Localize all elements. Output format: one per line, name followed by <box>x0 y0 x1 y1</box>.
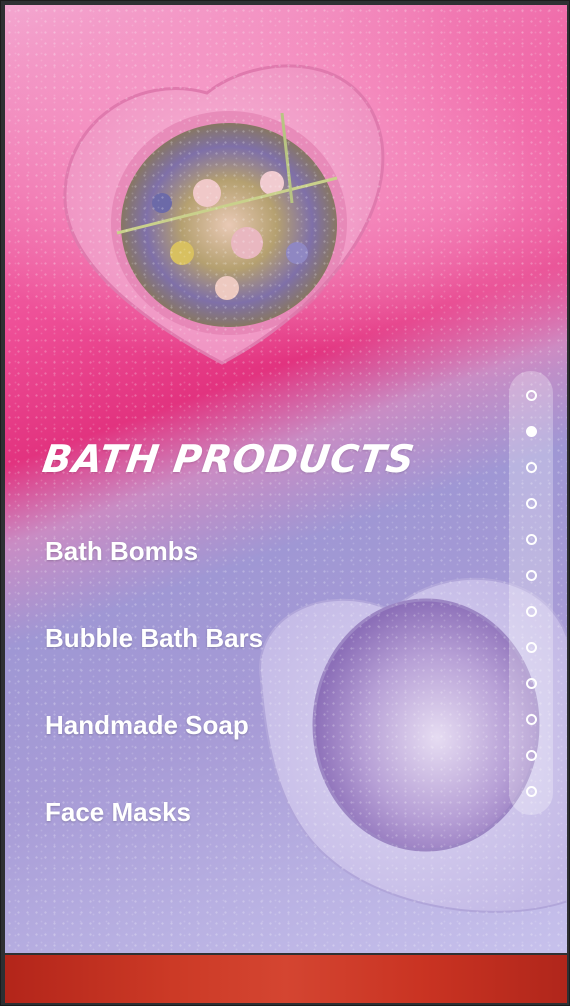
product-link-handmade-soap[interactable]: Handmade Soap <box>45 699 249 751</box>
product-link-bath-bombs[interactable]: Bath Bombs <box>45 525 198 577</box>
pager-dot[interactable] <box>526 750 537 761</box>
list-item: Bubble Bath Bars <box>45 612 263 699</box>
slide-pager <box>509 371 553 815</box>
pager-dot[interactable] <box>526 498 537 509</box>
app-frame: BATH PRODUCTS Bath Bombs Bubble Bath Bar… <box>0 0 570 1006</box>
pager-dot[interactable] <box>526 534 537 545</box>
pager-dot[interactable] <box>526 462 537 473</box>
product-link-face-masks[interactable]: Face Masks <box>45 786 191 838</box>
pager-dot[interactable] <box>526 678 537 689</box>
category-title: BATH PRODUCTS <box>39 437 418 481</box>
list-item: Face Masks <box>45 786 263 873</box>
footer-strip <box>5 955 567 1003</box>
pager-dot[interactable] <box>526 426 537 437</box>
pager-dot[interactable] <box>526 786 537 797</box>
pager-dot[interactable] <box>526 714 537 725</box>
pager-dot[interactable] <box>526 642 537 653</box>
hero-background-image: BATH PRODUCTS Bath Bombs Bubble Bath Bar… <box>5 5 567 953</box>
pink-heart-bath-bomb-image <box>57 53 387 373</box>
list-item: Handmade Soap <box>45 699 263 786</box>
pager-dot[interactable] <box>526 390 537 401</box>
pager-dot[interactable] <box>526 570 537 581</box>
product-link-bubble-bath-bars[interactable]: Bubble Bath Bars <box>45 612 263 664</box>
pager-dot[interactable] <box>526 606 537 617</box>
product-list: Bath Bombs Bubble Bath Bars Handmade Soa… <box>45 525 263 873</box>
list-item: Bath Bombs <box>45 525 263 612</box>
